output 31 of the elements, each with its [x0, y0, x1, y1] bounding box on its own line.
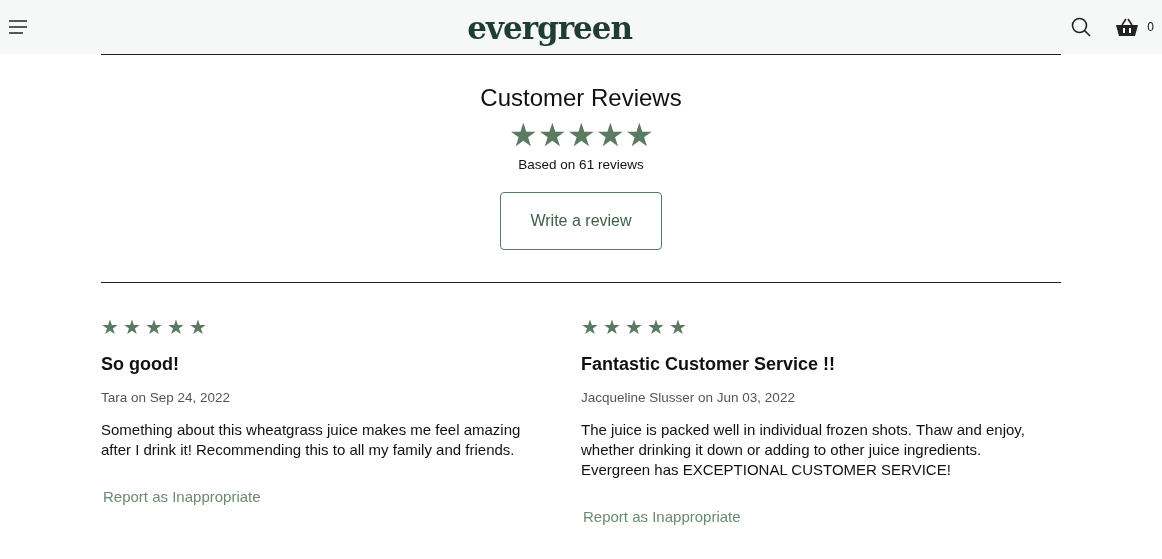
review-text: Something about this wheatgrass juice makes me feel amazing after I drink it! Recommending this to all my family and friends.	[101, 419, 522, 460]
write-review-button[interactable]: Write a review	[500, 191, 662, 250]
report-link[interactable]: Report as Inappropriate	[103, 485, 261, 509]
star-icon: ★	[537, 119, 567, 152]
star-icon: ★	[624, 119, 654, 152]
menu-icon[interactable]	[8, 20, 28, 34]
review-byline: Jacqueline Slusser on Jun 03, 2022	[581, 388, 796, 407]
star-icon: ★	[566, 119, 596, 152]
review-byline: Tara on Sep 24, 2022	[101, 388, 232, 407]
star-icon: ★	[669, 316, 687, 337]
star-icon: ★	[189, 316, 207, 337]
star-icon: ★	[145, 316, 163, 337]
review-text: The juice is packed well in individual frozen shots. Thaw and enjoy, whether drinking it down or adding to other juice ingredients. Evergreen has EXCEPTIONAL CUSTOMER SERVICE!	[581, 419, 1026, 480]
cart-count: 0	[1147, 19, 1154, 36]
logo[interactable]: evergreen	[467, 12, 633, 44]
review-count: Based on 61 reviews	[518, 156, 644, 175]
star-icon: ★	[101, 316, 119, 337]
star-icon: ★	[123, 316, 141, 337]
review-title: Fantastic Customer Service !!	[581, 352, 837, 376]
review-title: So good!	[101, 352, 180, 376]
star-icon: ★	[167, 316, 185, 337]
star-icon: ★	[581, 316, 599, 337]
star-icon: ★	[508, 119, 538, 152]
star-icon: ★	[625, 316, 643, 337]
star-icon: ★	[595, 119, 625, 152]
search-icon[interactable]	[1071, 17, 1092, 37]
star-icon: ★	[647, 316, 665, 337]
basket-icon[interactable]	[1115, 17, 1140, 37]
section-title: Customer Reviews	[480, 85, 682, 112]
report-link[interactable]: Report as Inappropriate	[583, 505, 741, 529]
star-icon: ★	[603, 316, 621, 337]
